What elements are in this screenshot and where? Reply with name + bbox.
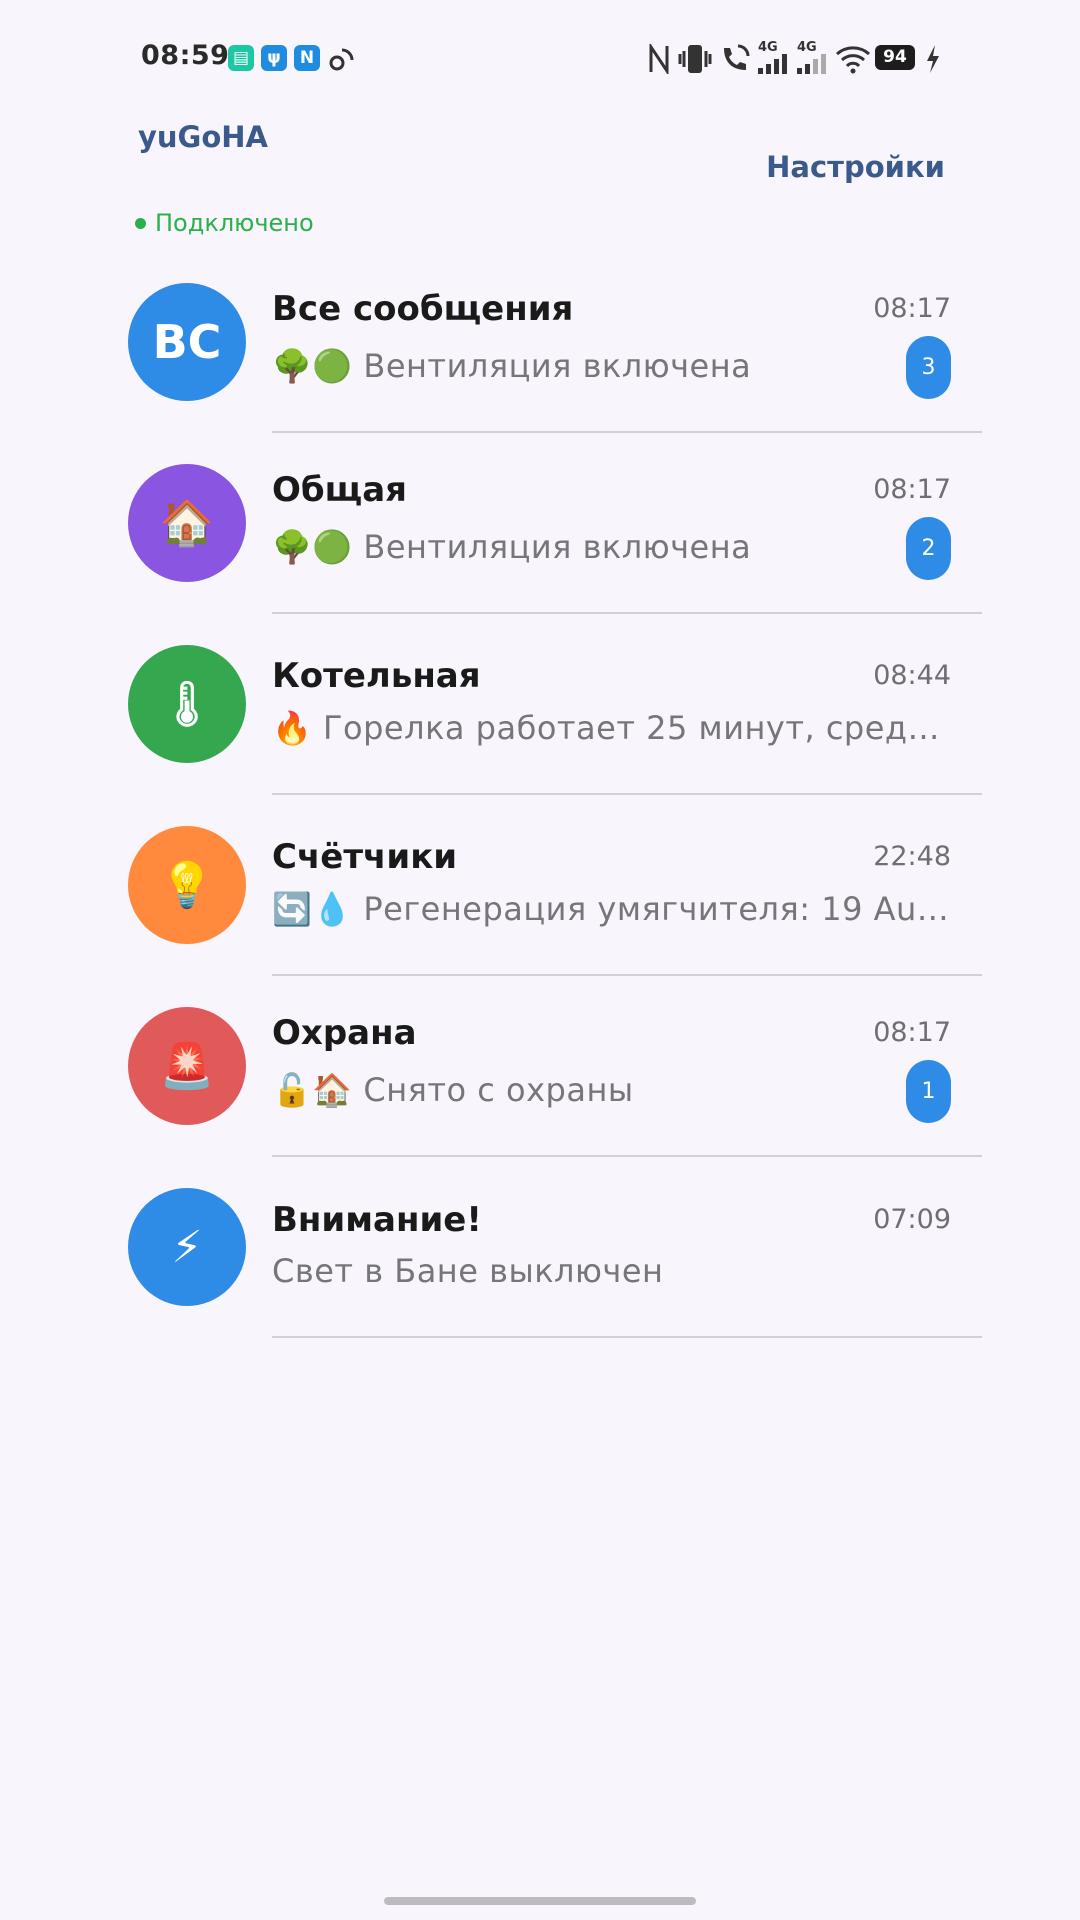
house-icon: 🏠 xyxy=(128,464,246,582)
lightbulb-icon: 💡 xyxy=(128,826,246,944)
avatar-initials: ВС xyxy=(152,315,222,369)
signal-icon-1 xyxy=(758,54,787,74)
unread-badge: 3 xyxy=(906,336,951,399)
wifi-call-icon xyxy=(724,44,750,70)
chat-preview: 🔥 Горелка работает 25 минут, средн… xyxy=(272,709,952,747)
chat-item-security[interactable]: 🚨 Охрана 08:17 🔓🏠 Снято с охраны 1 xyxy=(0,975,1080,1157)
app-title: yuGoHA xyxy=(138,120,268,154)
wifi-icon xyxy=(836,46,870,74)
thermometer-icon: 🌡 xyxy=(128,645,246,763)
chat-preview: Свет в Бане выключен xyxy=(272,1252,664,1290)
chat-time: 08:44 xyxy=(873,660,951,691)
signal-icon-2 xyxy=(797,54,826,74)
chat-name: Охрана xyxy=(272,1013,417,1053)
chat-notif-icon: ▤ xyxy=(228,45,254,71)
chat-name: Котельная xyxy=(272,656,481,696)
chat-item-all-messages[interactable]: ВС Все сообщения 08:17 🌳🟢 Вентиляция вкл… xyxy=(0,251,1080,433)
unread-badge: 1 xyxy=(906,1060,951,1123)
chat-name: Внимание! xyxy=(272,1200,482,1240)
chat-time: 08:17 xyxy=(873,474,951,505)
chat-time: 22:48 xyxy=(873,841,951,872)
chat-preview: 🌳🟢 Вентиляция включена xyxy=(272,347,752,385)
cast-settings-icon xyxy=(329,48,354,71)
siren-icon: 🚨 xyxy=(128,1007,246,1125)
chat-item-general[interactable]: 🏠 Общая 08:17 🌳🟢 Вентиляция включена 2 xyxy=(0,432,1080,614)
avatar: ВС xyxy=(128,283,246,401)
chat-preview: 🌳🟢 Вентиляция включена xyxy=(272,528,752,566)
chat-item-attention[interactable]: ⚡ Внимание! 07:09 Свет в Бане выключен xyxy=(0,1156,1080,1338)
lightning-icon: ⚡ xyxy=(128,1188,246,1306)
connection-status: Подключено xyxy=(135,209,314,237)
chat-item-meters[interactable]: 💡 Счётчики 22:48 🔄💧 Регенерация умягчите… xyxy=(0,794,1080,976)
connection-status-text: Подключено xyxy=(155,209,314,237)
battery-level: 94 xyxy=(875,45,915,70)
chat-preview: 🔓🏠 Снято с охраны xyxy=(272,1071,634,1109)
chat-time: 08:17 xyxy=(873,293,951,324)
chat-time: 07:09 xyxy=(873,1204,951,1235)
chat-time: 08:17 xyxy=(873,1017,951,1048)
nfc-notif-icon: N xyxy=(294,45,320,71)
settings-button[interactable]: Настройки xyxy=(766,150,945,184)
vibrate-icon xyxy=(678,45,712,73)
chat-item-boiler-room[interactable]: 🌡 Котельная 08:44 🔥 Горелка работает 25 … xyxy=(0,613,1080,795)
status-bar: 08:59 ▤ ψ N 4G 4G 94 xyxy=(0,0,1080,100)
chat-name: Счётчики xyxy=(272,837,458,877)
divider xyxy=(272,1336,982,1338)
chat-preview: 🔄💧 Регенерация умягчителя: 19 Au… xyxy=(272,890,950,928)
home-indicator[interactable] xyxy=(384,1897,696,1905)
unread-badge: 2 xyxy=(906,517,951,580)
network-label-2: 4G xyxy=(797,40,817,55)
chat-name: Все сообщения xyxy=(272,289,574,329)
charging-icon xyxy=(927,45,939,73)
chat-name: Общая xyxy=(272,470,408,510)
nfc-icon xyxy=(649,44,669,74)
status-time: 08:59 xyxy=(141,40,230,71)
connection-dot-icon xyxy=(135,217,146,229)
network-label-1: 4G xyxy=(758,40,778,55)
usb-notif-icon: ψ xyxy=(261,45,287,71)
